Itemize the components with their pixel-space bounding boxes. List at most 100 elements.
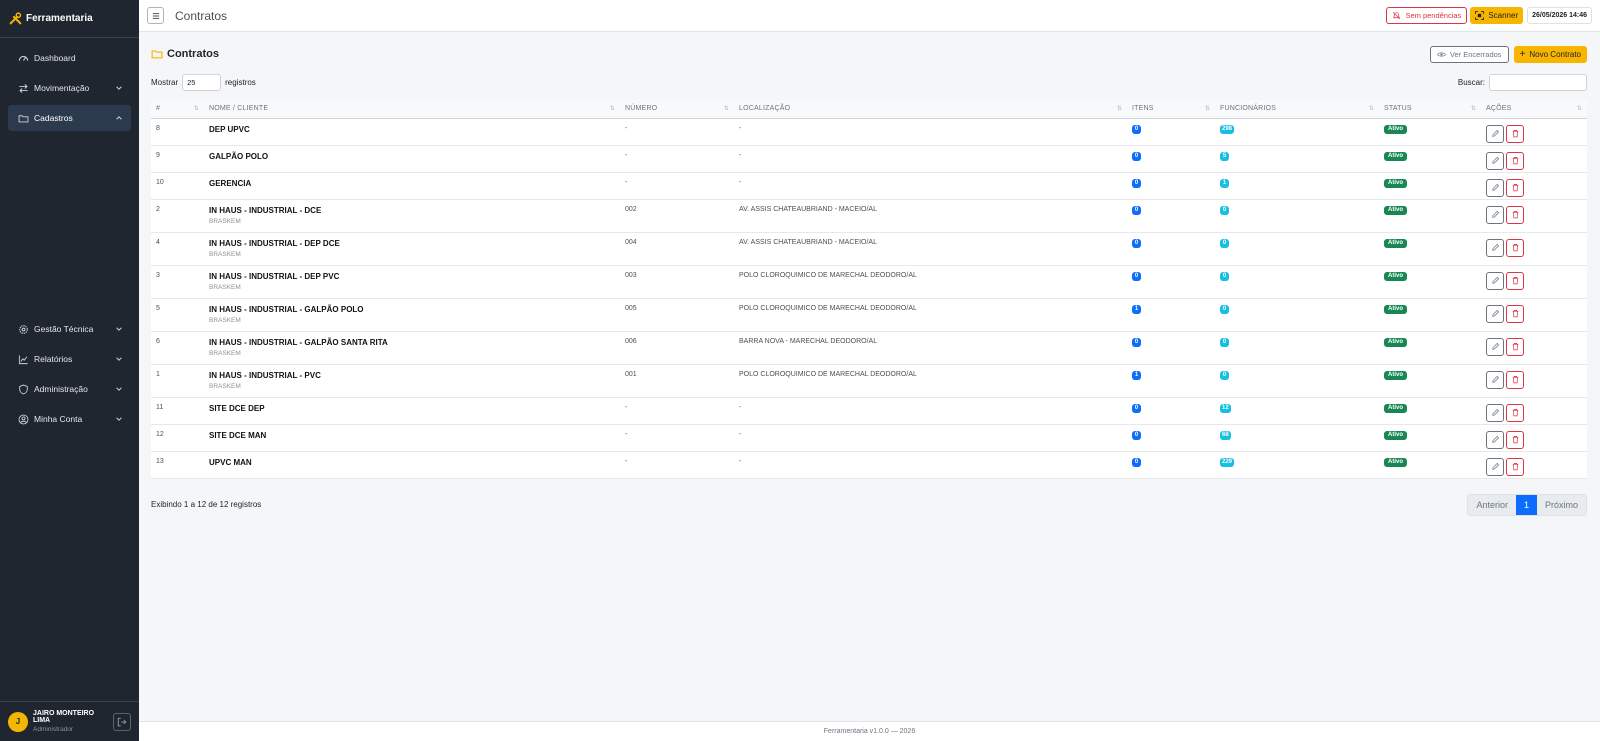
show-label: Mostrar [151, 78, 179, 87]
table-row: 4 IN HAUS - INDUSTRIAL - DEP DCE BRASKEM 00… [151, 232, 1587, 266]
column-header-label: STATUS [1384, 105, 1412, 113]
cell-items: 0 [1127, 451, 1215, 479]
contract-name: IN HAUS - INDUSTRIAL - GALPÃO SANTA RITA [209, 337, 388, 347]
view-closed-button[interactable]: Ver Encerrados [1429, 45, 1509, 63]
delete-button[interactable] [1506, 304, 1524, 323]
logout-button[interactable] [113, 712, 131, 731]
delete-button[interactable] [1506, 403, 1524, 422]
new-contract-button[interactable]: + Novo Contrato [1513, 45, 1587, 63]
edit-button[interactable] [1486, 370, 1504, 389]
cell-actions [1481, 199, 1587, 233]
cell-text: - [739, 124, 742, 132]
column-header-items[interactable]: ITENS ⇅ [1127, 100, 1215, 119]
search-input[interactable] [1489, 74, 1587, 91]
contract-name: GERENCIA [209, 178, 252, 188]
sidebar-item-cadastros[interactable]: Cadastros [8, 105, 131, 131]
sidebar-item-minha-conta[interactable]: Minha Conta [8, 406, 131, 432]
edit-button[interactable] [1486, 337, 1504, 356]
cell-number: - [620, 397, 734, 425]
edit-button[interactable] [1486, 238, 1504, 257]
pencil-icon [1491, 243, 1499, 251]
delete-button[interactable] [1506, 430, 1524, 449]
delete-button[interactable] [1506, 271, 1524, 290]
cell-number: 005 [620, 298, 734, 332]
column-header-label: NOME / CLIENTE [209, 105, 269, 113]
contract-name: SITE DCE MAN [209, 430, 267, 440]
pending-button[interactable]: Sem pendências [1386, 7, 1468, 24]
cell-actions [1481, 451, 1587, 479]
status-badge: Ativo [1384, 238, 1407, 248]
column-header-employees[interactable]: FUNCIONÁRIOS ⇅ [1215, 100, 1379, 119]
contract-client: BRASKEM [209, 316, 241, 324]
table-controls: Mostrar 25 registros Buscar: [151, 74, 1587, 91]
delete-button[interactable] [1506, 337, 1524, 356]
sort-icon: ⇅ [1368, 106, 1374, 112]
sidebar-item-movimentacao[interactable]: Movimentação [8, 75, 131, 101]
sidebar-item-administracao[interactable]: Administração [8, 376, 131, 402]
pagination-next[interactable]: Próximo [1536, 494, 1586, 515]
hamburger-icon [152, 12, 159, 19]
edit-button[interactable] [1486, 151, 1504, 170]
sort-icon: ⇅ [609, 106, 615, 112]
cell-items: 1 [1127, 364, 1215, 398]
cell-name: GERENCIA [204, 172, 620, 200]
edit-button[interactable] [1486, 304, 1504, 323]
edit-button[interactable] [1486, 124, 1504, 143]
column-header-name[interactable]: NOME / CLIENTE ⇅ [204, 100, 620, 119]
delete-button[interactable] [1506, 238, 1524, 257]
trash-icon [1512, 244, 1518, 252]
cell-location: - [734, 145, 1127, 173]
delete-button[interactable] [1506, 124, 1524, 143]
sidebar-item-label: Relatórios [34, 354, 73, 364]
pagination-prev[interactable]: Anterior [1468, 494, 1516, 515]
trash-icon [1512, 376, 1518, 384]
status-badge: Ativo [1384, 337, 1407, 347]
cell-number: - [620, 451, 734, 479]
sidebar-item-dashboard[interactable]: Dashboard [8, 45, 131, 71]
menu-toggle-button[interactable] [147, 7, 164, 24]
sidebar-item-gestao-tecnica[interactable]: Gestão Técnica [8, 316, 131, 342]
sort-icon: ⇅ [1576, 106, 1582, 112]
sidebar-nav-lower: Gestão Técnica Relatórios Administração … [0, 309, 139, 436]
column-header-status[interactable]: STATUS ⇅ [1379, 100, 1481, 119]
edit-button[interactable] [1486, 205, 1504, 224]
scanner-label: Scanner [1488, 11, 1519, 20]
delete-button[interactable] [1506, 205, 1524, 224]
cell-name: GALPÃO POLO [204, 145, 620, 173]
cell-actions [1481, 298, 1587, 332]
trash-icon [1512, 436, 1518, 444]
cell-text: - [625, 430, 628, 438]
brand[interactable]: Ferramentaria [0, 0, 139, 38]
column-header-id[interactable]: # ⇅ [151, 100, 204, 119]
delete-button[interactable] [1506, 151, 1524, 170]
shield-icon [19, 384, 28, 394]
cell-employees: 229 [1215, 451, 1379, 479]
delete-button[interactable] [1506, 370, 1524, 389]
delete-button[interactable] [1506, 178, 1524, 197]
chart-icon [18, 354, 28, 364]
cell-employees: 0 [1215, 364, 1379, 398]
edit-button[interactable] [1486, 403, 1504, 422]
cell-text: 6 [156, 337, 160, 345]
sidebar-item-relatorios[interactable]: Relatórios [8, 346, 131, 372]
cell-location: - [734, 424, 1127, 452]
edit-button[interactable] [1486, 271, 1504, 290]
column-header-number[interactable]: NÚMERO ⇅ [620, 100, 734, 119]
datetime-badge: 26/05/2026 14:46 [1527, 7, 1592, 24]
column-header-location[interactable]: LOCALIZAÇÃO ⇅ [734, 100, 1127, 119]
cell-id: 6 [151, 331, 204, 365]
pagination-page-1[interactable]: 1 [1515, 494, 1537, 515]
cell-actions [1481, 364, 1587, 398]
edit-button[interactable] [1486, 178, 1504, 197]
delete-button[interactable] [1506, 457, 1524, 476]
cell-items: 0 [1127, 265, 1215, 299]
cell-actions [1481, 265, 1587, 299]
edit-button[interactable] [1486, 430, 1504, 449]
folder-icon [18, 114, 29, 122]
scanner-button[interactable]: Scanner [1470, 7, 1524, 24]
pending-label: Sem pendências [1405, 11, 1462, 20]
cell-items: 0 [1127, 145, 1215, 173]
employees-badge: 68 [1220, 430, 1231, 440]
edit-button[interactable] [1486, 457, 1504, 476]
page-size-select[interactable]: 25 [182, 74, 222, 91]
